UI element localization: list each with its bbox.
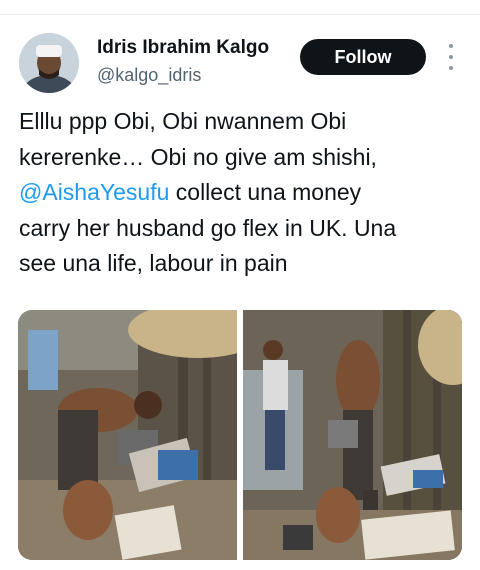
more-dot <box>449 55 453 59</box>
author-name[interactable]: Idris Ibrahim Kalgo <box>97 37 269 59</box>
top-divider <box>0 14 480 15</box>
tweet-line: @AishaYesufu collect una money <box>19 175 469 211</box>
tweet-line-rest: collect una money <box>169 179 362 205</box>
tweet-line: carry her husband go flex in UK. Una <box>19 214 397 241</box>
tweet-photo-right[interactable] <box>243 310 462 560</box>
mention-link[interactable]: @AishaYesufu <box>19 179 169 205</box>
photo-right-image <box>243 310 462 560</box>
more-options-icon[interactable] <box>443 44 459 70</box>
photo-left-image <box>18 310 237 560</box>
tweet-line: Elllu ppp Obi, Obi nwannem Obi <box>19 108 347 134</box>
more-dot <box>449 66 453 70</box>
author-avatar[interactable] <box>19 33 79 93</box>
media-grid <box>18 310 462 560</box>
avatar-image <box>19 33 79 93</box>
follow-button[interactable]: Follow <box>300 39 426 75</box>
tweet-text: Elllu ppp Obi, Obi nwannem Obi kererenke… <box>19 104 469 282</box>
author-handle[interactable]: @kalgo_idris <box>97 65 201 86</box>
more-dot <box>449 44 453 48</box>
tweet-photo-left[interactable] <box>18 310 237 560</box>
tweet-line: kererenke… Obi no give am shishi, <box>19 143 377 170</box>
tweet-line: see una life, labour in pain <box>19 250 288 276</box>
